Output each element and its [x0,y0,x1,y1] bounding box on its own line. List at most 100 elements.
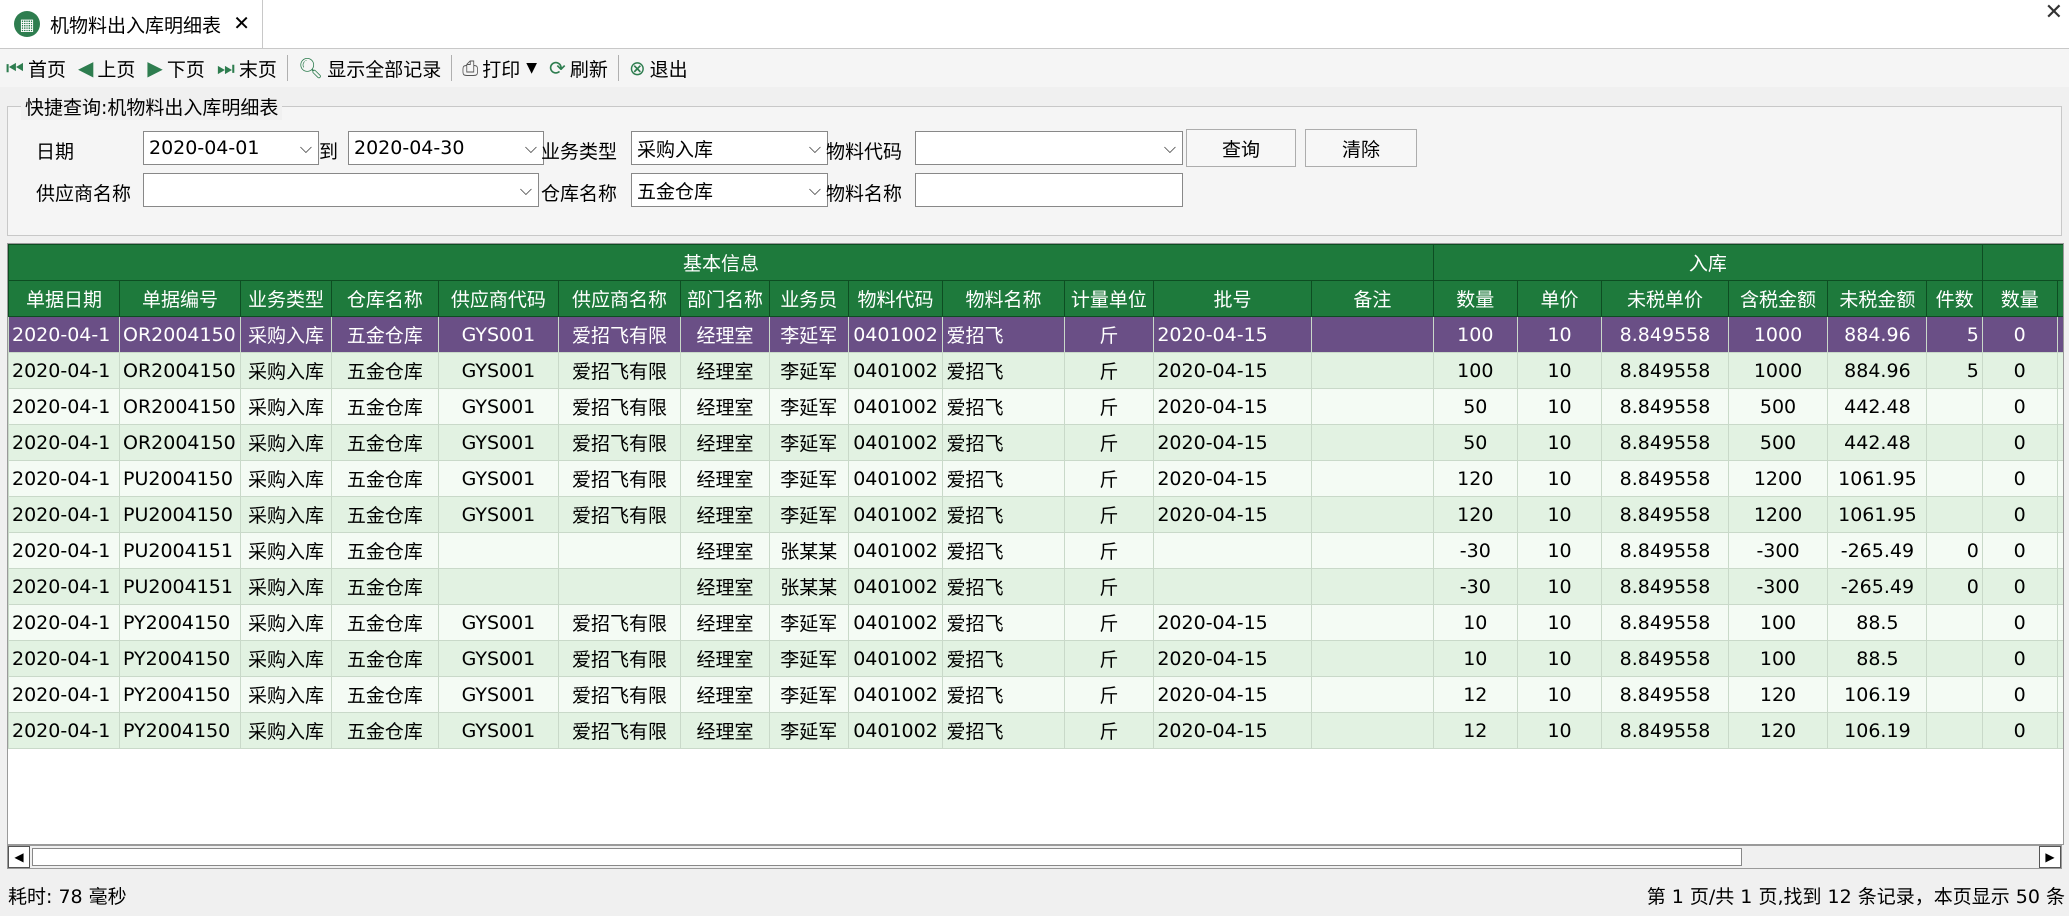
table-cell[interactable]: 采购入库 [240,388,332,425]
table-cell[interactable] [1310,388,1434,425]
column-header[interactable]: 部门名称 [680,280,770,317]
table-cell[interactable] [1310,460,1434,497]
table-cell[interactable]: 爱招飞 [942,496,1065,533]
table-cell[interactable]: 经理室 [680,352,770,389]
table-cell[interactable]: 0401002 [847,388,944,425]
table-cell[interactable]: 经理室 [680,424,770,461]
table-cell[interactable]: 0401002 [847,496,944,533]
table-cell[interactable]: 10 [1516,712,1603,749]
table-cell[interactable]: 0 [1981,496,2058,533]
column-header[interactable]: 计量单位 [1063,280,1155,317]
column-header[interactable]: 单价 [1516,280,1603,317]
table-cell[interactable]: 采购入库 [240,712,332,749]
table-cell[interactable]: 斤 [1063,352,1155,389]
table-cell[interactable]: 爱招飞有限 [557,388,682,425]
table-cell[interactable]: 2020-04-1 [8,640,120,677]
table-cell[interactable]: 2020-04-1 [8,496,120,533]
table-cell[interactable]: 李延军 [768,604,849,641]
column-header[interactable]: 物料名称 [942,280,1065,317]
prev-page-button[interactable]: ◀ 上页 [72,51,141,85]
column-header[interactable]: 备注 [1310,280,1434,317]
table-cell[interactable]: 经理室 [680,568,770,605]
table-cell[interactable] [1310,316,1434,353]
table-row[interactable]: 2020-04-1 OR2004150 采购入库 五金仓库 GYS001 爱招飞有限 经理室… [8,352,2063,389]
window-close-icon[interactable]: ✕ [2045,0,2063,25]
table-row[interactable]: 2020-04-1 OR2004150 采购入库 五金仓库 GYS001 爱招飞有限 经理室… [8,424,2063,461]
date-from-input[interactable]: 2020-04-01 ⌵ [143,131,319,165]
table-cell[interactable] [1310,424,1434,461]
table-cell[interactable]: 爱招飞 [942,388,1065,425]
table-row[interactable]: 2020-04-1 PY2004150 采购入库 五金仓库 GYS001 爱招飞有限 经理室… [8,676,2063,713]
table-cell[interactable]: 采购入库 [240,316,332,353]
horizontal-scrollbar[interactable]: ◀ ▶ [7,845,2062,869]
table-cell[interactable]: 斤 [1063,316,1155,353]
table-cell[interactable] [1926,496,1983,533]
table-cell[interactable]: 10 [1516,568,1603,605]
table-cell[interactable] [2056,496,2063,533]
table-cell[interactable] [2056,352,2063,389]
table-cell[interactable]: 1061.95 [1827,460,1928,497]
table-cell[interactable]: 爱招飞有限 [557,712,682,749]
table-cell[interactable]: 50 [1432,388,1518,425]
table-cell[interactable]: 0 [1981,424,2058,461]
table-cell[interactable]: 李延军 [768,424,849,461]
table-cell[interactable]: 0 [1981,316,2058,353]
table-cell[interactable]: GYS001 [437,712,559,749]
column-header[interactable]: 物料代码 [847,280,944,317]
table-cell[interactable]: 爱招飞 [942,676,1065,713]
table-cell[interactable]: 爱招飞 [942,352,1065,389]
table-cell[interactable]: 10 [1432,640,1518,677]
table-cell[interactable]: 五金仓库 [330,640,439,677]
table-cell[interactable]: 采购入库 [240,460,332,497]
table-cell[interactable]: GYS001 [437,352,559,389]
table-cell[interactable] [557,532,682,569]
table-cell[interactable]: 采购入库 [240,604,332,641]
table-cell[interactable] [2056,316,2063,353]
table-cell[interactable]: 50 [1432,424,1518,461]
table-cell[interactable]: 五金仓库 [330,604,439,641]
table-cell[interactable]: 李延军 [768,712,849,749]
table-cell[interactable]: 10 [1432,604,1518,641]
table-cell[interactable]: GYS001 [437,388,559,425]
data-grid[interactable]: 基本信息 入库 单据日期 单据编号 业务类型 仓库名称 供应商代码 供应商名称 部门名称 业务… [7,243,2064,845]
column-header[interactable]: 数量 [1981,280,2058,317]
table-cell[interactable]: 500 [1727,424,1829,461]
table-cell[interactable]: 2020-04-1 [8,460,120,497]
table-cell[interactable]: 0 [1981,532,2058,569]
table-cell[interactable] [2056,568,2063,605]
table-cell[interactable]: 120 [1727,712,1829,749]
table-cell[interactable]: 五金仓库 [330,388,439,425]
column-header[interactable]: 未税金额 [1827,280,1928,317]
table-cell[interactable]: 李延军 [768,316,849,353]
table-cell[interactable]: 0 [1981,604,2058,641]
table-cell[interactable] [2056,604,2063,641]
supplier-select[interactable]: ⌵ [143,173,539,207]
table-cell[interactable]: 8.849558 [1601,460,1729,497]
table-cell[interactable]: 0 [1981,568,2058,605]
table-cell[interactable]: 2020-04-1 [8,568,120,605]
table-cell[interactable]: 五金仓库 [330,316,439,353]
table-cell[interactable]: 100 [1727,604,1829,641]
table-cell[interactable] [2056,388,2063,425]
table-row[interactable]: 2020-04-1 PY2004150 采购入库 五金仓库 GYS001 爱招飞有限 经理室… [8,604,2063,641]
table-cell[interactable]: 8.849558 [1601,532,1729,569]
table-cell[interactable]: 2020-04-1 [8,532,120,569]
table-cell[interactable] [1926,640,1983,677]
table-cell[interactable]: 五金仓库 [330,424,439,461]
table-cell[interactable]: 120 [1432,460,1518,497]
exit-button[interactable]: ⊗ 退出 [623,51,694,85]
table-cell[interactable]: 10 [1516,460,1603,497]
table-cell[interactable]: PU2004150 [118,460,242,497]
table-cell[interactable]: 0401002 [847,712,944,749]
table-row[interactable]: 2020-04-1 PU2004151 采购入库 五金仓库 经理室 张某某 0401002 爱… [8,532,2063,569]
table-cell[interactable]: 100 [1432,316,1518,353]
table-cell[interactable]: 8.849558 [1601,424,1729,461]
table-row[interactable]: 2020-04-1 PY2004150 采购入库 五金仓库 GYS001 爱招飞有限 经理室… [8,640,2063,677]
next-page-button[interactable]: ▶ 下页 [141,51,210,85]
table-cell[interactable]: GYS001 [437,424,559,461]
table-cell[interactable]: 0 [1981,352,2058,389]
table-cell[interactable]: 0 [1981,460,2058,497]
column-header[interactable]: 业务类型 [240,280,332,317]
table-row[interactable]: 2020-04-1 PU2004150 采购入库 五金仓库 GYS001 爱招飞有限 经理室… [8,496,2063,533]
table-cell[interactable]: 0 [1926,532,1983,569]
